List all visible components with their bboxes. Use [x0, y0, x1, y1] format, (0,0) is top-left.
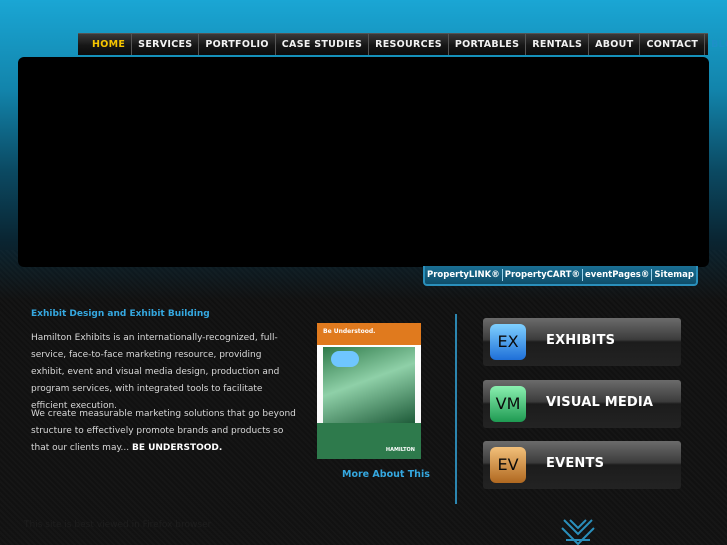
be-understood-text: BE UNDERSTOOD. [131, 443, 223, 453]
nav-resources[interactable]: RESOURCES [369, 34, 449, 55]
subnav-propertylink[interactable]: PropertyLINK® [425, 270, 502, 280]
nav-about[interactable]: ABOUT [589, 34, 641, 55]
subnav-sitemap[interactable]: Sitemap [652, 270, 696, 280]
nav-portfolio[interactable]: PORTFOLIO [199, 34, 276, 55]
ex-badge-icon: EX [490, 324, 526, 360]
visual-media-label: VISUAL MEDIA [546, 395, 654, 410]
hero-banner [18, 57, 709, 267]
section-heading: Exhibit Design and Exhibit Building [31, 309, 210, 319]
intro-paragraph: Hamilton Exhibits is an internationally-… [31, 333, 280, 411]
subnav-propertycart[interactable]: PropertyCART® [503, 270, 582, 280]
ev-badge-icon: EV [490, 447, 526, 483]
exhibits-button[interactable]: EX EXHIBITS [483, 318, 681, 366]
exhibits-label: EXHIBITS [546, 333, 616, 348]
brochure-footer [317, 423, 421, 459]
vertical-divider [455, 314, 457, 504]
booth-logo-icon [331, 351, 359, 367]
solutions-paragraph: We create measurable marketing solutions… [31, 406, 296, 457]
brochure-title: Be Understood. [323, 328, 376, 335]
brochure-cover-image[interactable]: Be Understood. HAMILTON [317, 323, 421, 459]
more-about-link[interactable]: More About This [342, 469, 430, 480]
nav-blog[interactable]: BLOG [705, 34, 727, 55]
nav-case-studies[interactable]: CASE STUDIES [276, 34, 370, 55]
sub-nav: PropertyLINK® PropertyCART® eventPages® … [423, 266, 698, 286]
footer-note: This site is best viewed in Firefox brow… [24, 520, 212, 530]
visual-media-button[interactable]: VM VISUAL MEDIA [483, 380, 681, 428]
events-button[interactable]: EV EVENTS [483, 441, 681, 489]
vm-badge-icon: VM [490, 386, 526, 422]
nav-rentals[interactable]: RENTALS [526, 34, 590, 55]
main-nav: HOME SERVICES PORTFOLIO CASE STUDIES RES… [78, 33, 727, 55]
nav-services[interactable]: SERVICES [132, 34, 200, 55]
events-label: EVENTS [546, 456, 605, 471]
hamilton-logo-icon [561, 519, 595, 545]
nav-home[interactable]: HOME [78, 34, 133, 55]
nav-contact[interactable]: CONTACT [640, 34, 706, 55]
subnav-eventpages[interactable]: eventPages® [583, 270, 651, 280]
nav-portables[interactable]: PORTABLES [449, 34, 527, 55]
brochure-brand: HAMILTON [385, 447, 415, 453]
